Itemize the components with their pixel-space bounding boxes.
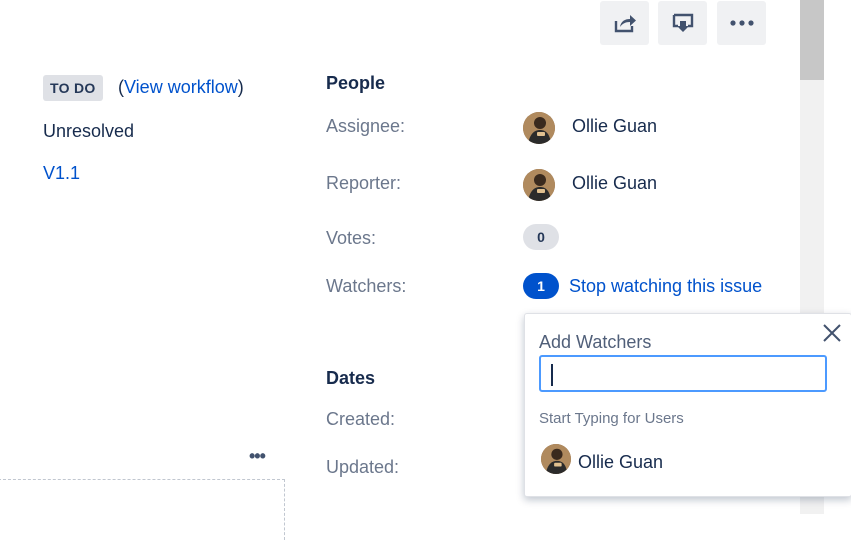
close-button[interactable] [821, 322, 843, 344]
dates-heading: Dates [326, 368, 376, 388]
watcher-search-input[interactable] [539, 355, 827, 392]
fix-version-link[interactable]: V1.1 [43, 163, 80, 184]
share-button[interactable] [600, 1, 649, 45]
reporter-avatar[interactable] [523, 169, 555, 201]
votes-badge[interactable]: 0 [523, 224, 559, 250]
close-icon [823, 324, 841, 342]
user-avatar-icon [541, 444, 571, 474]
reporter-name[interactable]: Ollie Guan [572, 173, 657, 194]
assignee-avatar[interactable] [523, 112, 555, 144]
assignee-label: Assignee: [326, 116, 406, 136]
status-lozenge[interactable]: TO DO [43, 75, 103, 101]
share-icon [614, 15, 636, 33]
people-heading: People [326, 73, 386, 93]
created-label: Created: [326, 409, 396, 429]
votes-label: Votes: [326, 228, 377, 248]
workflow-info: (View workflow) [118, 77, 244, 97]
more-actions-button[interactable] [717, 1, 766, 45]
export-button[interactable] [658, 1, 707, 45]
export-icon [672, 13, 693, 32]
user-avatar-icon [523, 112, 555, 144]
text-caret [551, 364, 553, 386]
watchers-label: Watchers: [326, 276, 407, 296]
add-watchers-title: Add Watchers [539, 332, 652, 352]
assignee-name[interactable]: Ollie Guan [572, 116, 657, 137]
suggestion-avatar[interactable] [541, 444, 571, 474]
scrollbar-thumb[interactable] [800, 0, 824, 80]
search-hint: Start Typing for Users [539, 410, 684, 427]
updated-label: Updated: [326, 457, 400, 477]
left-more-button[interactable]: ••• [249, 446, 266, 467]
suggestion-name[interactable]: Ollie Guan [578, 452, 663, 473]
reporter-label: Reporter: [326, 173, 402, 193]
add-watchers-popup: Add Watchers Start Typing for Users Olli… [524, 313, 851, 497]
resolution-value: Unresolved [43, 121, 135, 141]
dashed-drop-area [0, 479, 285, 540]
view-workflow-link[interactable]: View workflow [124, 77, 238, 97]
more-icon [729, 20, 754, 26]
stop-watching-link[interactable]: Stop watching this issue [569, 276, 762, 297]
user-avatar-icon [523, 169, 555, 201]
watchers-badge[interactable]: 1 [523, 273, 559, 299]
